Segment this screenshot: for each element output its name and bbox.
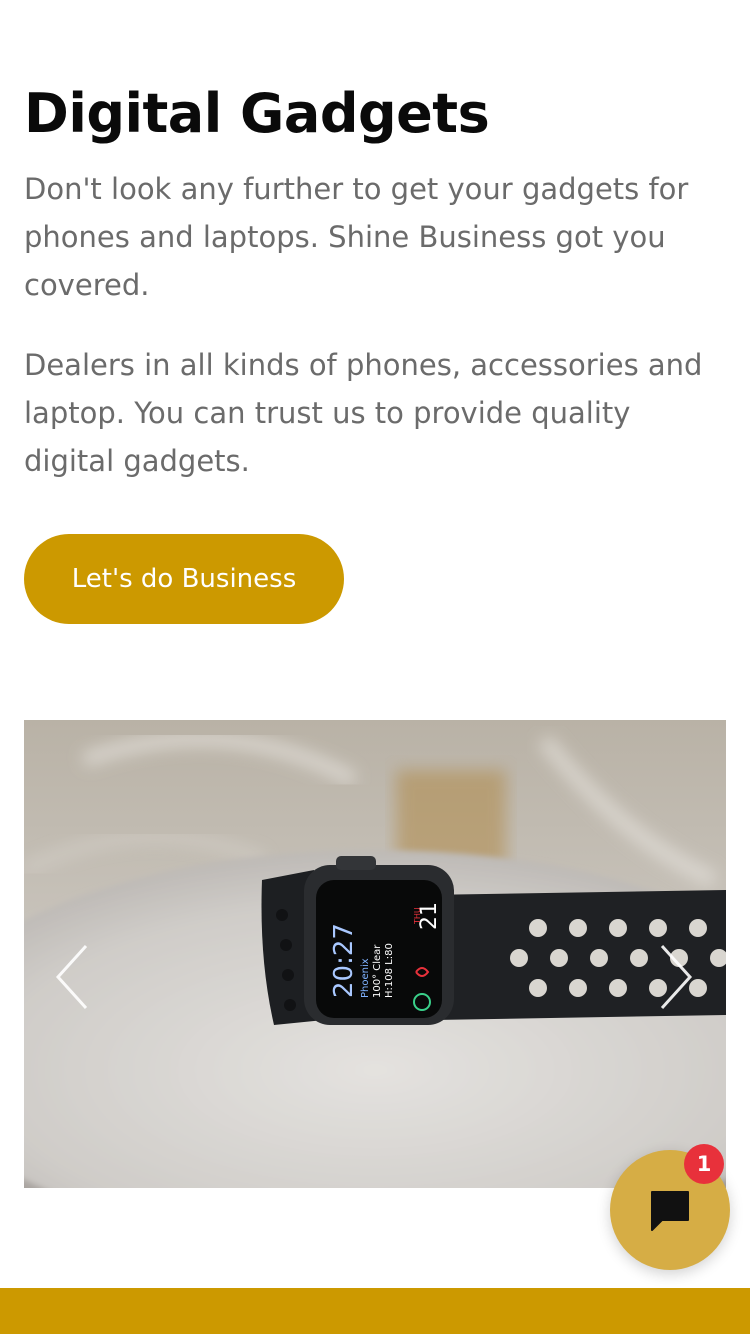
chevron-left-icon[interactable] bbox=[54, 942, 94, 1012]
image-carousel[interactable]: 20:27 Phoenix 100° Clear H:108 L:80 21 T… bbox=[24, 720, 726, 1188]
chat-bubble-icon bbox=[651, 1191, 689, 1231]
watch-time: 20:27 bbox=[329, 923, 359, 998]
lets-do-business-button[interactable]: Let's do Business bbox=[24, 534, 344, 624]
chevron-right-icon[interactable] bbox=[654, 942, 694, 1012]
cta-button-label: Let's do Business bbox=[71, 564, 297, 594]
watch-hilo: H:108 L:80 bbox=[384, 943, 395, 998]
notification-badge: 1 bbox=[684, 1144, 724, 1184]
page-title: Digital Gadgets bbox=[24, 82, 490, 145]
page: Digital Gadgets Don't look any further t… bbox=[0, 0, 750, 1334]
smartwatch-photo: 20:27 Phoenix 100° Clear H:108 L:80 21 T… bbox=[24, 720, 726, 1188]
watch-date-day: THU bbox=[413, 907, 422, 925]
hero-description-2: Dealers in all kinds of phones, accessor… bbox=[24, 348, 703, 478]
watch-city: Phoenix bbox=[360, 958, 371, 998]
hero-description-1: Don't look any further to get your gadge… bbox=[24, 172, 689, 302]
watch-weather: 100° Clear bbox=[372, 944, 383, 998]
footer-bar bbox=[0, 1288, 750, 1334]
